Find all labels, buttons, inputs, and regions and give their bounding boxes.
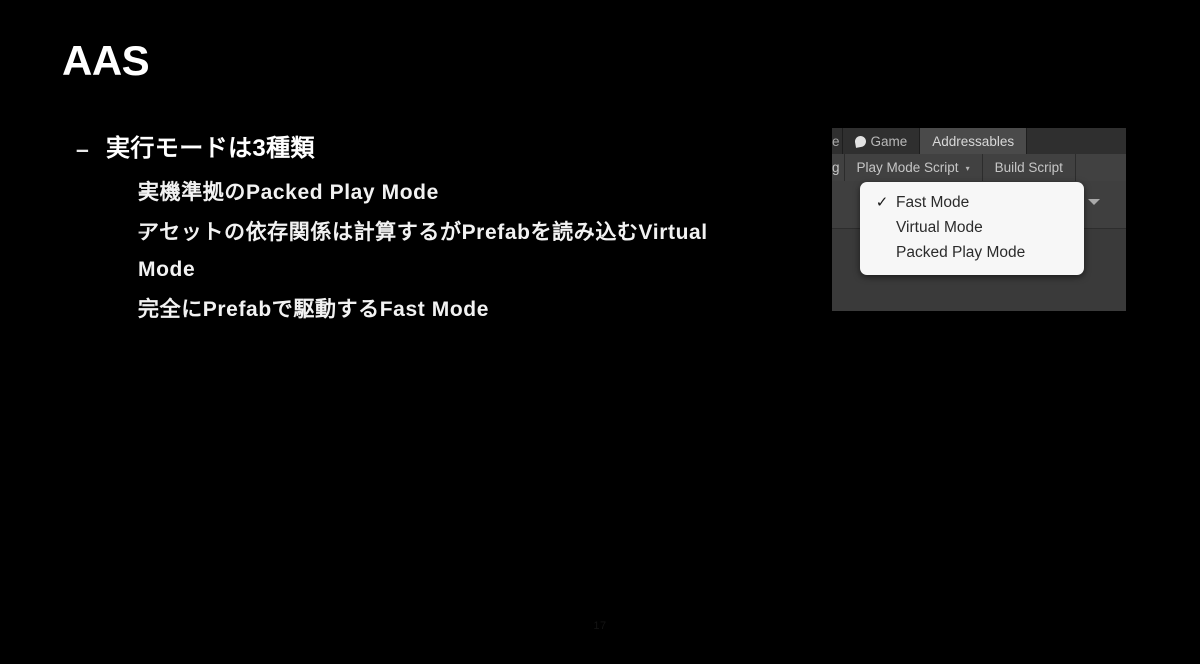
bullet-level2-text: アセットの依存関係は計算するがPrefabを読み込むVirtual Mode [138,221,708,281]
tab-clipped-label: e [832,133,840,149]
bullet-level2-text: 完全にPrefabで駆動するFast Mode [138,298,489,321]
slide: AAS – 実行モードは3種類 – 実機準拠のPacked Play Mode … [0,0,1200,664]
unity-editor-screenshot: e Game Addressables g Play Mode Script ▾… [832,128,1126,311]
bullet-level1: – 実行モードは3種類 [62,132,822,166]
play-mode-script-button[interactable]: Play Mode Script ▾ [845,154,983,181]
check-icon: ✓ [875,194,889,211]
menu-item-fast-mode[interactable]: ✓ Fast Mode [860,190,1084,215]
build-script-button[interactable]: Build Script [983,154,1076,181]
bullet-level2: – 完全にPrefabで駆動するFast Mode [62,291,822,328]
bullet-level1-text: 実行モードは3種類 [106,135,315,162]
page-number: 17 [593,620,607,632]
bullet-level2: – 実機準拠のPacked Play Mode [62,174,822,211]
menu-item-virtual-mode[interactable]: Virtual Mode [860,215,1084,240]
sub-bullet-dash-icon: – [138,299,149,320]
unity-toolbar: g Play Mode Script ▾ Build Script [832,154,1126,182]
menu-item-packed-play-mode-label: Packed Play Mode [896,243,1026,261]
tab-addressables[interactable]: Addressables [920,128,1028,154]
tab-addressables-label: Addressables [932,133,1015,149]
bullet-level2-text: 実機準拠のPacked Play Mode [138,181,439,204]
chevron-down-icon: ▾ [965,163,970,173]
game-view-icon [853,134,867,148]
unity-tab-bar: e Game Addressables [832,128,1126,154]
sub-bullet-dash-icon: – [138,182,149,203]
menu-item-packed-play-mode[interactable]: Packed Play Mode [860,240,1084,265]
tab-game-label: Game [870,133,908,149]
bullet-level2: – アセットの依存関係は計算するがPrefabを読み込むVirtual Mode [62,214,822,288]
sub-bullet-dash-icon: – [138,222,149,243]
tab-clipped-left[interactable]: e [832,128,843,154]
tab-game[interactable]: Game [843,128,921,154]
page-title: AAS [62,37,150,84]
toolbar-clipped-left-button[interactable]: g [832,154,845,181]
menu-item-fast-mode-label: Fast Mode [896,193,970,211]
menu-item-virtual-mode-label: Virtual Mode [896,218,983,236]
play-mode-script-dropdown-menu: ✓ Fast Mode Virtual Mode Packed Play Mod… [860,182,1084,275]
chevron-down-icon-right[interactable] [1088,199,1100,205]
body-bullet-list: – 実行モードは3種類 – 実機準拠のPacked Play Mode – アセ… [62,132,822,331]
bullet-sublist: – 実機準拠のPacked Play Mode – アセットの依存関係は計算する… [62,174,822,328]
build-script-label: Build Script [994,160,1063,175]
toolbar-clipped-label: g [832,160,840,175]
bullet-dash-icon: – [76,136,89,162]
play-mode-script-label: Play Mode Script [856,160,959,175]
